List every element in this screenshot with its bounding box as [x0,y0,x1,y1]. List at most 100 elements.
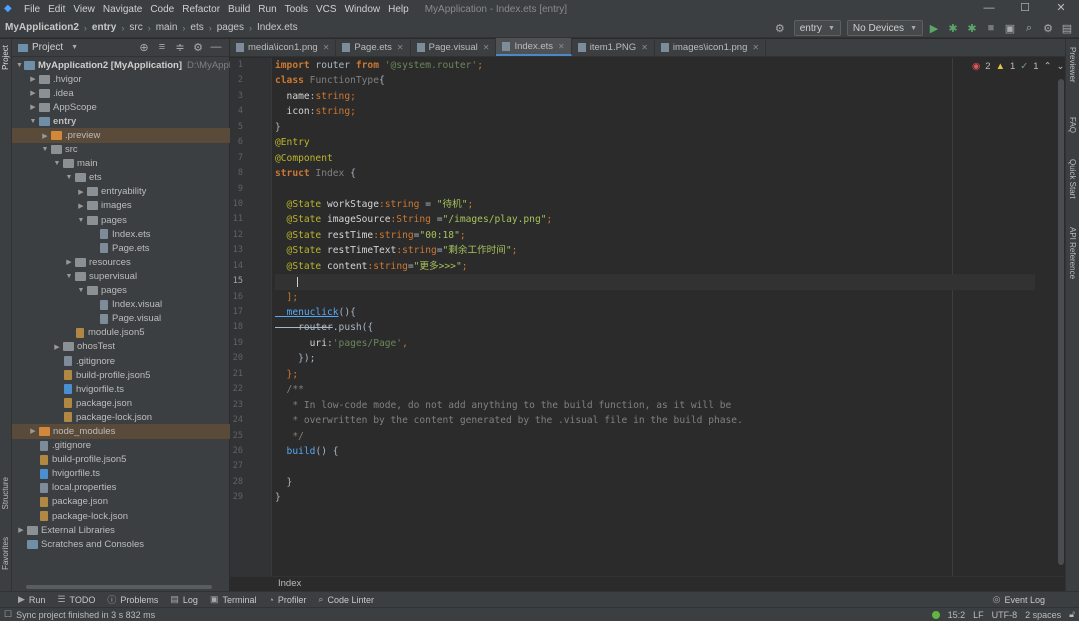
tree-item[interactable]: ▶ ohosTest [12,340,230,354]
tree-item[interactable]: ▶ .idea [12,86,230,100]
breadcrumb-src[interactable]: src [129,22,142,33]
previewer-tool-tab[interactable]: Previewer [1068,47,1077,83]
code-line[interactable]: class FunctionType{ [275,73,1035,88]
tree-item[interactable]: package-lock.json [12,509,230,523]
tree-item-scratches[interactable]: Scratches and Consoles [12,537,230,551]
tree-item[interactable]: hvigorfile.ts [12,382,230,396]
code-line[interactable]: router.push({ [275,320,1035,335]
tree-item[interactable]: ▼ ets [12,171,230,185]
log-tool-button[interactable]: ▤ Log [170,594,198,605]
line-separator[interactable]: LF [973,610,984,620]
minimize-button[interactable]: — [971,0,1007,16]
code-line[interactable]: build() { [275,444,1035,459]
file-encoding[interactable]: UTF-8 [992,610,1018,620]
tree-item[interactable]: ▶ entryability [12,185,230,199]
code-line[interactable]: import router from '@system.router'; [275,58,1035,73]
tree-item[interactable]: ▼ supervisual [12,269,230,283]
indent-setting[interactable]: 2 spaces [1025,610,1061,620]
code-line[interactable]: * In low-code mode, do not add anything … [275,398,1035,413]
tree-item[interactable]: .gitignore [12,439,230,453]
hide-panel-icon[interactable]: — [207,41,225,54]
code-line[interactable]: menuclick(){ [275,305,1035,320]
tree-item[interactable]: build-profile.json5 [12,368,230,382]
tab-media-icon1[interactable]: media\icon1.png ✕ [230,38,337,56]
tree-item[interactable]: ▶ images [12,199,230,213]
breadcrumb-ets[interactable]: ets [190,22,203,33]
code-line[interactable]: */ [275,429,1035,444]
project-structure-icon[interactable]: ▣ [1002,20,1018,36]
search-icon[interactable]: ⌕ [1021,20,1037,36]
menu-refactor[interactable]: Refactor [182,4,220,15]
code-line[interactable]: } [275,120,1035,135]
options-gear-icon[interactable]: ⚙ [189,41,207,54]
menu-window[interactable]: Window [345,4,381,15]
profiler-tool-button[interactable]: ◔ Profiler [268,595,306,605]
code-line[interactable]: @Entry [275,135,1035,150]
tab-index-ets[interactable]: Index.ets ✕ [496,38,572,56]
code-editor[interactable]: import router from '@system.router'; cla… [275,58,1035,576]
project-panel-title[interactable]: Project [32,42,63,53]
tree-item[interactable]: Index.visual [12,298,230,312]
tree-item[interactable]: module.json5 [12,326,230,340]
code-line[interactable]: @Component [275,151,1035,166]
close-icon[interactable]: ✕ [752,43,759,52]
run-icon[interactable]: ▶ [926,20,942,36]
attach-debugger-icon[interactable]: ✱ [964,20,980,36]
breadcrumb-file[interactable]: Index.ets [257,22,298,33]
tree-item[interactable]: ▼ src [12,143,230,157]
breadcrumb-entry[interactable]: entry [92,22,116,33]
menu-build[interactable]: Build [228,4,250,15]
hammer-icon[interactable]: ⚙ [772,20,788,36]
code-line[interactable]: ]; [275,290,1035,305]
tree-item[interactable]: local.properties [12,481,230,495]
code-line-current[interactable] [275,274,1035,290]
menu-run[interactable]: Run [258,4,276,15]
tab-images-icon1[interactable]: images\icon1.png ✕ [655,38,767,56]
code-line[interactable]: struct Index { [275,166,1035,181]
module-select[interactable]: entry ▼ [793,20,841,36]
tab-page-visual[interactable]: Page.visual ✕ [411,38,497,56]
breadcrumb-project[interactable]: MyApplication2 [5,22,79,33]
code-line[interactable] [275,182,1035,197]
chevron-up-icon[interactable]: ⌃ [1044,61,1052,72]
debug-icon[interactable]: ✱ [945,20,961,36]
chevron-down-icon[interactable]: ▼ [71,44,78,51]
breadcrumb-pages[interactable]: pages [217,22,244,33]
favorites-tool-tab[interactable]: Favorites [1,537,10,570]
tree-item[interactable]: Index.ets [12,227,230,241]
lock-icon[interactable]: 🔓︎ [1069,609,1075,620]
breadcrumb-main[interactable]: main [156,22,178,33]
tree-item[interactable]: Page.ets [12,241,230,255]
tree-item-root[interactable]: ▼ MyApplication2 [MyApplication] D:\MyAppl… [12,58,233,72]
tree-item[interactable]: ▼ pages [12,213,230,227]
tree-item[interactable]: package.json [12,495,230,509]
api-reference-tool-tab[interactable]: API Reference [1068,227,1077,279]
code-line[interactable]: }; [275,367,1035,382]
close-icon[interactable]: ✕ [483,43,490,52]
menu-help[interactable]: Help [388,4,409,15]
chevron-down-icon[interactable]: ⌄ [1057,61,1065,72]
close-icon[interactable]: ✕ [323,43,330,52]
vertical-scrollbar[interactable] [1058,79,1064,565]
tree-item[interactable]: package.json [12,396,230,410]
todo-tool-button[interactable]: ☰ TODO [57,594,95,605]
problems-tool-button[interactable]: ⓘ Problems [107,593,158,606]
editor-breadcrumb[interactable]: Index [230,576,1065,591]
menu-navigate[interactable]: Navigate [103,4,142,15]
code-linter-tool-button[interactable]: ⌕ Code Linter [318,594,374,605]
collapse-all-icon[interactable]: ≑ [171,41,189,54]
code-line[interactable]: }); [275,351,1035,366]
code-line[interactable]: name:string; [275,89,1035,104]
tree-item[interactable]: ▶ AppScope [12,100,230,114]
locate-file-icon[interactable]: ⊕ [135,41,153,54]
menu-view[interactable]: View [73,4,95,15]
faq-tool-tab[interactable]: FAQ [1068,117,1077,133]
code-line[interactable]: /** [275,382,1035,397]
close-icon[interactable]: ✕ [558,42,565,51]
tree-item[interactable]: ▶ .preview [12,128,230,143]
tree-item[interactable]: hvigorfile.ts [12,467,230,481]
code-line[interactable]: } [275,475,1035,490]
close-icon[interactable]: ✕ [641,43,648,52]
inspection-widget[interactable]: ◉ 2 ▲ 1 ✓ 1 ⌃ ⌄ [972,61,1070,72]
tab-item1-png[interactable]: item1.PNG ✕ [572,38,655,56]
